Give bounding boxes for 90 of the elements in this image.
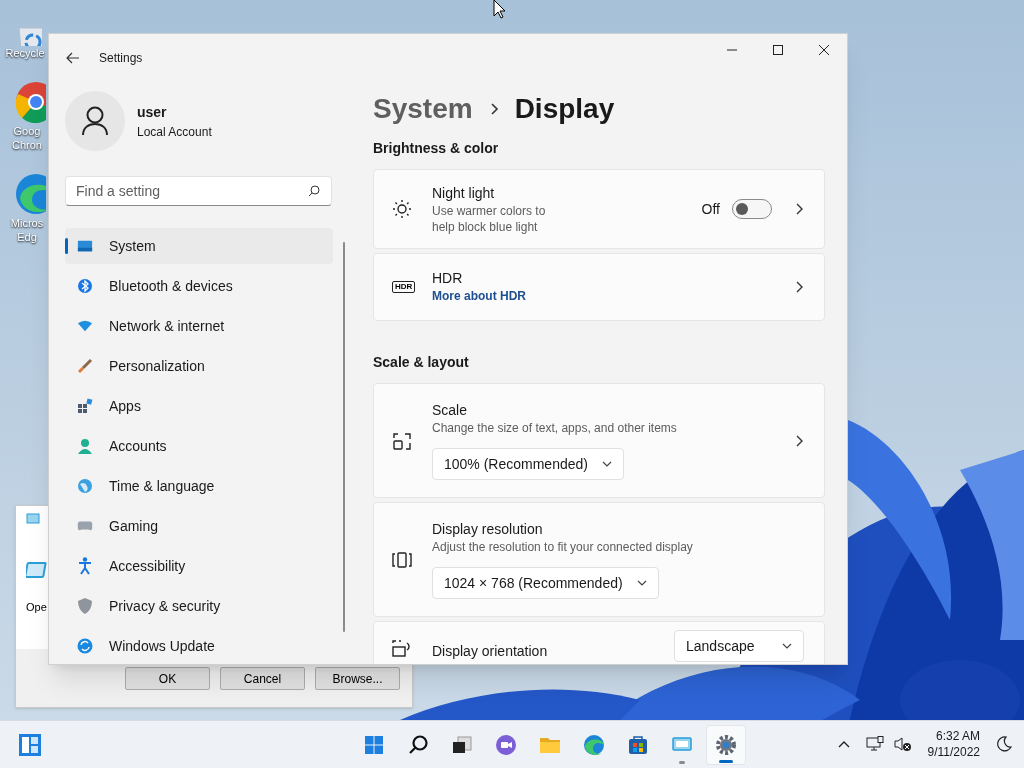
muted-speaker-icon[interactable]	[893, 736, 912, 752]
widgets-icon[interactable]	[18, 732, 42, 757]
chevron-up-icon[interactable]	[837, 740, 850, 748]
dropdown[interactable]: Landscape	[674, 630, 804, 662]
desktop-icon-label: Chron	[12, 138, 42, 152]
hdr-icon: HDR	[392, 281, 416, 293]
setting-card[interactable]: HDR HDR More about HDR	[373, 253, 825, 321]
nav-item[interactable]: Accessibility	[65, 548, 333, 584]
shield-icon	[77, 597, 93, 615]
caret-icon	[636, 580, 647, 586]
search-field[interactable]: Find a setting	[65, 176, 332, 206]
window-title: Settings	[99, 50, 143, 67]
card-title: HDR	[432, 269, 464, 288]
dialog-button[interactable]: Browse...	[315, 667, 400, 690]
nav-item[interactable]: Time & language	[65, 468, 333, 504]
section-heading: Brightness & color	[373, 139, 500, 158]
search-icon[interactable]	[308, 185, 320, 197]
cursor-icon	[493, 0, 505, 19]
network-icon[interactable]	[865, 736, 884, 752]
monitor-icon	[77, 239, 93, 253]
dialog-button[interactable]: Cancel	[220, 667, 305, 690]
nav-item[interactable]: Network & internet	[65, 308, 333, 344]
nav-item[interactable]: Accounts	[65, 428, 333, 464]
brightness-icon	[392, 199, 412, 219]
dialog-text: Ope	[26, 600, 47, 615]
nav-item[interactable]: Gaming	[65, 508, 333, 544]
resolution-icon	[392, 549, 412, 570]
clock-time[interactable]: 6:32 AM	[935, 728, 980, 744]
desktop-icon-label: Micros	[10, 216, 44, 230]
wifi-icon	[77, 319, 93, 333]
card-title: Display orientation	[432, 643, 548, 659]
moon-icon[interactable]	[996, 736, 1012, 752]
dropdown[interactable]: 1024 × 768 (Recommended)	[432, 567, 659, 599]
globe-icon	[77, 478, 93, 494]
toggle-switch[interactable]	[732, 199, 772, 219]
card-description: Use warmer colors to help block blue light	[432, 202, 547, 235]
desktop-icon-label: Edg	[17, 230, 37, 244]
card-title: Night light	[432, 183, 496, 203]
window-icon	[26, 561, 48, 581]
desktop-icon-label: Recycle	[5, 46, 45, 60]
nav-item[interactable]: Apps	[65, 388, 333, 424]
setting-card[interactable]: Display orientation Landscape	[373, 621, 825, 664]
chevron-right-icon[interactable]	[794, 280, 804, 294]
card-title: Display resolution	[432, 520, 543, 539]
dialog-button[interactable]: OK	[125, 667, 210, 690]
chevron-right-icon[interactable]	[794, 433, 804, 448]
sync-icon	[77, 638, 93, 654]
account-type: Local Account	[137, 123, 212, 141]
chevron-right-icon	[488, 102, 499, 116]
person-icon	[81, 106, 109, 136]
nav-item[interactable]: System	[65, 228, 333, 264]
dropdown[interactable]: 100% (Recommended)	[432, 448, 624, 480]
breadcrumb-link[interactable]: System	[373, 88, 473, 130]
edge-icon[interactable]	[582, 732, 606, 757]
person-icon	[77, 438, 93, 454]
close-icon[interactable]	[819, 45, 829, 55]
more-link[interactable]: More about HDR	[432, 288, 794, 305]
nav-item[interactable]: Windows Update	[65, 628, 333, 664]
nav-item[interactable]: Privacy & security	[65, 588, 333, 624]
user-name: user	[137, 102, 168, 122]
bluetooth-icon	[77, 278, 93, 294]
caret-icon	[782, 643, 792, 649]
accessibility-icon	[77, 557, 93, 575]
toggle-state: Off	[701, 199, 720, 219]
setting-card[interactable]: Display resolution Adjust the resolution to fit your connected display 1024 × 768 (Recommended)	[373, 502, 825, 617]
nav-item[interactable]: Personalization	[65, 348, 333, 384]
section-heading: Scale & layout	[373, 353, 470, 372]
card-description: Change the size of text, apps, and other items	[432, 420, 677, 436]
desktop-icon-label: Goog	[13, 124, 41, 138]
back-arrow-icon[interactable]	[66, 52, 80, 64]
gear-icon[interactable]	[714, 732, 738, 757]
card-title: Scale	[432, 401, 468, 420]
apps-icon	[77, 398, 93, 414]
card-description: Adjust the resolution to fit your connected display	[432, 539, 693, 555]
scale-icon	[392, 430, 412, 451]
setting-card[interactable]: Scale Change the size of text, apps, and other items 100% (Recommended)	[373, 383, 825, 498]
setting-card[interactable]: Night light Use warmer colors to help block blue light Off	[373, 169, 825, 249]
orientation-icon	[392, 638, 412, 658]
brush-icon	[77, 358, 93, 374]
recycle-bin-icon[interactable]	[16, 24, 42, 46]
clock-date[interactable]: 9/11/2022	[927, 744, 980, 760]
page-title: Display	[514, 92, 615, 126]
chevron-right-icon[interactable]	[794, 202, 804, 216]
chat-icon[interactable]	[494, 732, 518, 757]
window-icon	[26, 513, 40, 524]
scrollbar[interactable]	[343, 242, 345, 632]
nav-item[interactable]: Bluetooth & devices	[65, 268, 333, 304]
maximize-icon[interactable]	[773, 45, 783, 55]
gamepad-icon	[77, 519, 93, 533]
caret-icon	[601, 461, 612, 467]
